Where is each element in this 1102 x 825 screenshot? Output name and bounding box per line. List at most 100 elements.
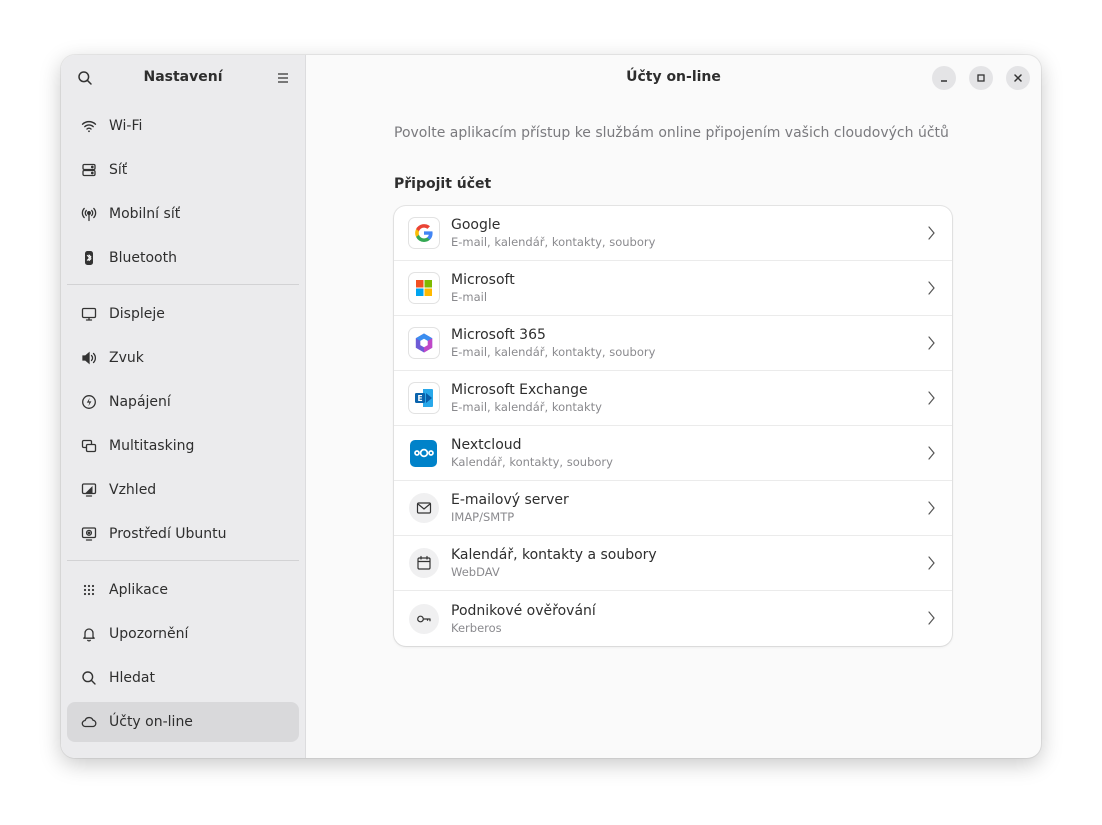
- minimize-button[interactable]: [932, 66, 956, 90]
- sidebar-item-label: Multitasking: [109, 438, 195, 454]
- appearance-icon: [81, 483, 96, 497]
- close-button[interactable]: [1006, 66, 1030, 90]
- sidebar-item-online-accounts[interactable]: Účty on-line: [67, 702, 299, 742]
- sidebar-item-ubuntu-desktop[interactable]: Prostředí Ubuntu: [67, 514, 299, 554]
- google-icon: [415, 224, 433, 242]
- sidebar-item-multitasking[interactable]: Multitasking: [67, 426, 299, 466]
- provider-name: Microsoft 365: [451, 327, 546, 343]
- sidebar-item-bluetooth[interactable]: Bluetooth: [67, 238, 299, 278]
- search-button[interactable]: [73, 66, 97, 90]
- sidebar-item-network[interactable]: Síť: [67, 150, 299, 190]
- sidebar-item-label: Zvuk: [109, 350, 144, 366]
- sidebar-list: Wi-Fi Síť Mobilní síť Bluetooth Displeje: [61, 106, 305, 742]
- sidebar-item-label: Aplikace: [109, 582, 168, 598]
- main-content: Účty on-line Povolte aplikacím přístup k…: [306, 55, 1041, 758]
- sidebar-item-label: Vzhled: [109, 482, 157, 498]
- chevron-right-icon: [928, 501, 935, 515]
- provider-name: Kalendář, kontakty a soubory: [451, 547, 657, 563]
- provider-detail: Kalendář, kontakty, soubory: [451, 455, 613, 469]
- envelope-icon: [416, 502, 432, 514]
- sidebar-item-label: Wi-Fi: [109, 118, 143, 134]
- settings-window: Nastavení Wi-Fi Síť Mobilní síť Bluetoot…: [61, 55, 1041, 758]
- speaker-icon: [81, 351, 96, 365]
- provider-row-microsoft[interactable]: Microsoft E-mail: [394, 261, 952, 316]
- provider-detail: Kerberos: [451, 620, 502, 635]
- ubuntu-desktop-icon: [81, 527, 96, 541]
- sidebar-item-mobile-network[interactable]: Mobilní síť: [67, 194, 299, 234]
- bluetooth-icon: [84, 251, 93, 265]
- provider-row-webdav[interactable]: Kalendář, kontakty a soubory WebDAV: [394, 536, 952, 591]
- sidebar-item-label: Bluetooth: [109, 250, 177, 266]
- provider-row-kerberos[interactable]: Podnikové ověřování Kerberos: [394, 591, 952, 646]
- sidebar-item-label: Displeje: [109, 306, 165, 322]
- provider-detail: E-mail, kalendář, kontakty, soubory: [451, 345, 656, 359]
- page-title: Účty on-line: [626, 69, 721, 85]
- provider-detail: WebDAV: [451, 565, 500, 579]
- search-icon: [78, 71, 92, 85]
- sidebar-item-displays[interactable]: Displeje: [67, 294, 299, 334]
- provider-name: E-mailový server: [451, 492, 569, 508]
- sidebar: Nastavení Wi-Fi Síť Mobilní síť Bluetoot…: [61, 55, 306, 758]
- sidebar-header: Nastavení: [61, 55, 305, 101]
- provider-name: Podnikové ověřování: [451, 602, 596, 619]
- chevron-right-icon: [928, 391, 935, 405]
- provider-name: Microsoft Exchange: [451, 382, 588, 398]
- close-icon: [1014, 74, 1022, 82]
- provider-list: Google E-mail, kalendář, kontakty, soubo…: [394, 206, 952, 646]
- cloud-icon: [81, 716, 96, 728]
- sidebar-item-label: Mobilní síť: [109, 206, 181, 222]
- sidebar-item-appearance[interactable]: Vzhled: [67, 470, 299, 510]
- mobile-network-icon: [81, 207, 96, 222]
- calendar-icon: [417, 555, 431, 570]
- sidebar-item-power[interactable]: Napájení: [67, 382, 299, 422]
- multitasking-icon: [81, 439, 96, 453]
- sidebar-title: Nastavení: [143, 69, 223, 85]
- provider-name: Google: [451, 217, 501, 233]
- sidebar-item-label: Síť: [109, 162, 128, 178]
- maximize-icon: [977, 74, 985, 82]
- sidebar-item-apps[interactable]: Aplikace: [67, 570, 299, 610]
- nextcloud-icon: [413, 448, 434, 458]
- provider-row-exchange[interactable]: E Microsoft Exchange E-mail, kalendář, k…: [394, 371, 952, 426]
- provider-row-google[interactable]: Google E-mail, kalendář, kontakty, soubo…: [394, 206, 952, 261]
- page-description: Povolte aplikacím přístup ke službám onl…: [394, 125, 949, 141]
- section-title: Připojit účet: [394, 176, 492, 192]
- sidebar-item-label: Prostředí Ubuntu: [109, 526, 227, 542]
- sidebar-separator: [67, 284, 299, 285]
- provider-row-email-server[interactable]: E-mailový server IMAP/SMTP: [394, 481, 952, 536]
- sidebar-item-notifications[interactable]: Upozornění: [67, 614, 299, 654]
- chevron-right-icon: [928, 611, 935, 625]
- sidebar-item-label: Účty on-line: [109, 714, 193, 730]
- provider-row-nextcloud[interactable]: Nextcloud Kalendář, kontakty, soubory: [394, 426, 952, 481]
- minimize-icon: [941, 80, 947, 82]
- provider-detail: E-mail, kalendář, kontakty, soubory: [451, 235, 656, 249]
- sidebar-separator: [67, 560, 299, 561]
- chevron-right-icon: [928, 556, 935, 570]
- key-icon: [417, 615, 431, 622]
- sidebar-item-label: Upozornění: [109, 626, 189, 642]
- sidebar-item-search[interactable]: Hledat: [67, 658, 299, 698]
- provider-name: Microsoft: [451, 272, 515, 288]
- sidebar-item-wifi[interactable]: Wi-Fi: [67, 106, 299, 146]
- microsoft-365-icon: [415, 333, 433, 353]
- apps-grid-icon: [83, 584, 94, 596]
- provider-detail: E-mail, kalendář, kontakty: [451, 400, 602, 414]
- hamburger-menu-icon: [278, 73, 288, 83]
- sidebar-item-sound[interactable]: Zvuk: [67, 338, 299, 378]
- search-icon: [81, 671, 96, 685]
- chevron-right-icon: [928, 226, 935, 240]
- microsoft-icon: [416, 280, 432, 296]
- display-icon: [81, 307, 96, 321]
- provider-row-microsoft-365[interactable]: Microsoft 365 E-mail, kalendář, kontakty…: [394, 316, 952, 371]
- main-menu-button[interactable]: [271, 66, 295, 90]
- sidebar-item-label: Hledat: [109, 670, 155, 686]
- network-icon: [81, 163, 96, 177]
- maximize-button[interactable]: [969, 66, 993, 90]
- exchange-icon: E: [415, 389, 433, 407]
- chevron-right-icon: [928, 446, 935, 460]
- svg-text:E: E: [417, 394, 422, 403]
- sidebar-item-label: Napájení: [109, 394, 171, 410]
- bell-icon: [82, 628, 95, 642]
- provider-detail: E-mail: [451, 290, 488, 304]
- chevron-right-icon: [928, 281, 935, 295]
